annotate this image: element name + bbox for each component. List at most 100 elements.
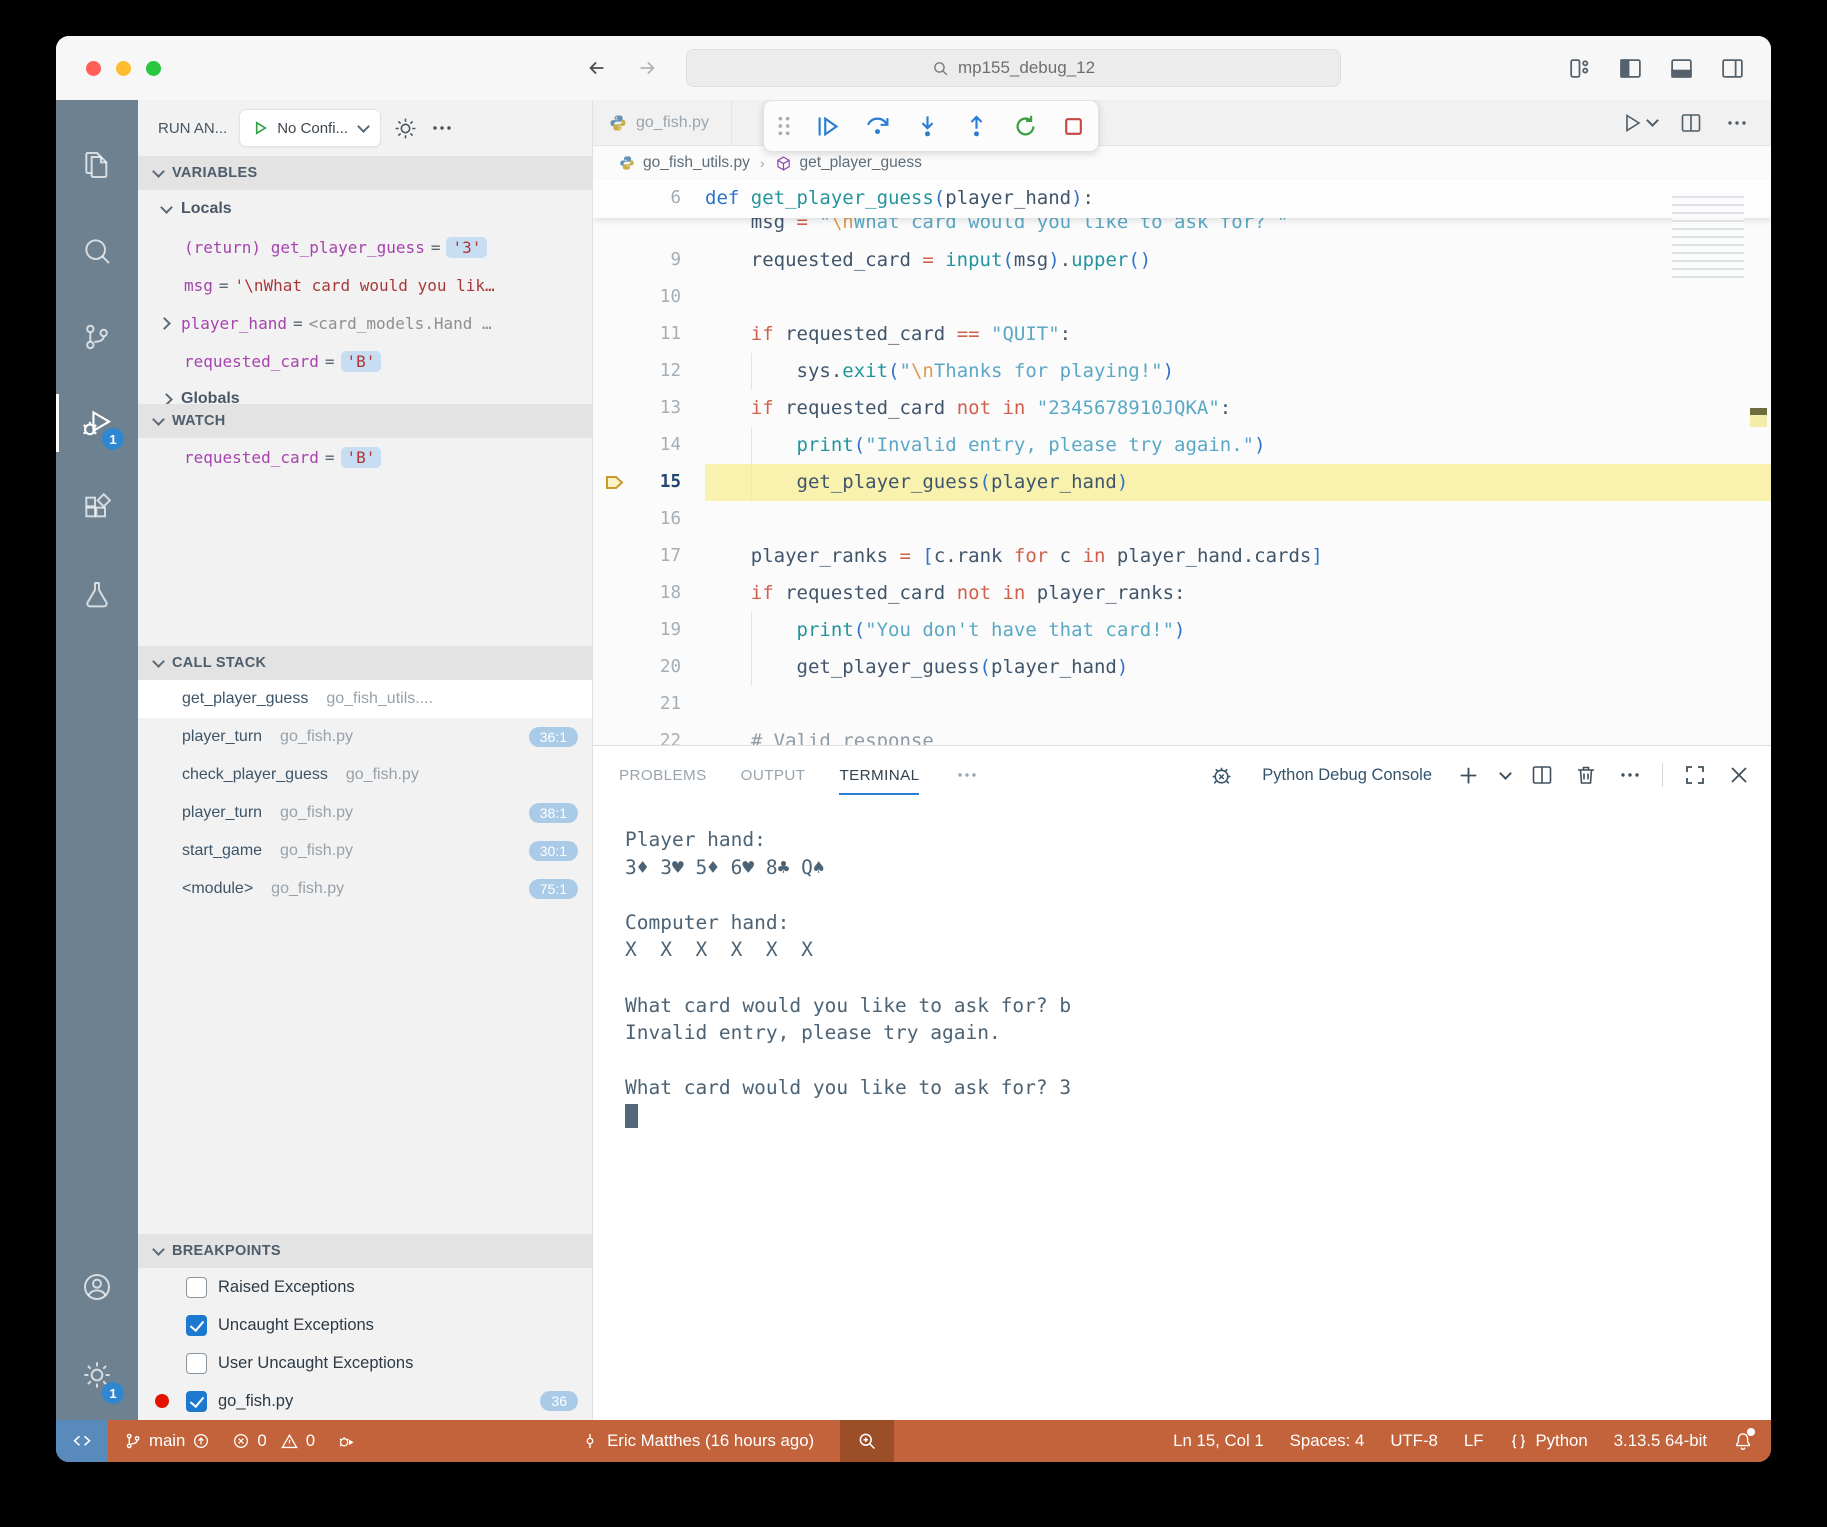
toggle-sidebar-icon[interactable]	[1618, 56, 1643, 81]
start-debug-icon[interactable]	[252, 120, 268, 136]
command-center-search[interactable]: mp155_debug_12	[686, 49, 1341, 87]
breakpoint-checkbox[interactable]	[186, 1391, 207, 1412]
panel-tab-output[interactable]: OUTPUT	[741, 746, 806, 804]
globals-scope-row-clipped[interactable]: Globals	[138, 380, 592, 404]
editor-more-actions-icon[interactable]	[1725, 111, 1749, 135]
terminal-dropdown-chevron-icon[interactable]	[1499, 767, 1512, 780]
panel-tab-problems[interactable]: PROBLEMS	[619, 746, 707, 804]
continue-icon[interactable]	[814, 113, 841, 140]
split-editor-icon[interactable]	[1679, 111, 1703, 135]
breakpoint-row[interactable]: Uncaught Exceptions	[138, 1306, 592, 1344]
code-line[interactable]: 22 # Valid response	[593, 723, 1771, 745]
debug-config-dropdown[interactable]: No Confi...	[239, 109, 381, 147]
code-lines[interactable]: 9 requested_card = input(msg).upper()101…	[593, 242, 1771, 745]
toggle-panel-icon[interactable]	[1669, 56, 1694, 81]
more-actions-icon[interactable]	[430, 116, 454, 140]
panel-more-actions-icon[interactable]	[1618, 763, 1642, 787]
step-over-icon[interactable]	[863, 113, 892, 140]
variable-row[interactable]: player_hand=<card_models.Hand …	[138, 304, 592, 342]
code-line[interactable]: 14 print("Invalid entry, please try agai…	[593, 427, 1771, 464]
breakpoint-checkbox[interactable]	[186, 1315, 207, 1336]
breakpoint-row[interactable]: User Uncaught Exceptions	[138, 1344, 592, 1382]
forward-icon[interactable]	[636, 57, 658, 79]
run-and-debug-icon[interactable]: 1	[56, 380, 138, 466]
overview-ruler[interactable]	[1750, 180, 1767, 745]
minimize-window-button[interactable]	[116, 61, 131, 76]
search-view-icon[interactable]	[56, 208, 138, 294]
back-icon[interactable]	[586, 57, 608, 79]
call-stack-frame[interactable]: start_gamego_fish.py30:1	[138, 832, 592, 870]
debug-settings-gear-icon[interactable]	[393, 116, 418, 141]
split-terminal-icon[interactable]	[1530, 763, 1554, 787]
account-icon[interactable]	[56, 1244, 138, 1330]
code-line[interactable]: 12 sys.exit("\nThanks for playing!")	[593, 353, 1771, 390]
problems-status[interactable]: 0 0	[232, 1431, 315, 1451]
chevron-right-icon[interactable]	[158, 317, 171, 330]
close-window-button[interactable]	[86, 61, 101, 76]
kill-terminal-trash-icon[interactable]	[1574, 763, 1598, 787]
tab-go-fish-py[interactable]: go_fish.py	[593, 100, 732, 146]
code-line[interactable]: 21	[593, 686, 1771, 723]
breadcrumb-symbol[interactable]: get_player_guess	[800, 154, 922, 172]
watch-section-header[interactable]: WATCH	[138, 404, 592, 438]
debug-console-label[interactable]: Python Debug Console	[1262, 766, 1432, 785]
code-line[interactable]: 9 requested_card = input(msg).upper()	[593, 242, 1771, 279]
stop-icon[interactable]	[1061, 114, 1086, 139]
variable-row[interactable]: (return) get_player_guess='3'	[138, 228, 592, 266]
variable-row[interactable]: requested_card='B'	[138, 438, 592, 476]
variable-row[interactable]: msg='\nWhat card would you lik…	[138, 266, 592, 304]
step-into-icon[interactable]	[914, 113, 941, 140]
toolbar-drag-handle[interactable]	[776, 115, 792, 137]
code-line[interactable]: 18 if requested_card not in player_ranks…	[593, 575, 1771, 612]
panel-tabs-more-icon[interactable]	[955, 763, 979, 787]
eol-status[interactable]: LF	[1464, 1431, 1484, 1451]
run-python-file-button[interactable]	[1620, 111, 1657, 135]
cursor-position-status[interactable]: Ln 15, Col 1	[1173, 1431, 1264, 1451]
restart-icon[interactable]	[1012, 113, 1039, 140]
call-stack-frame[interactable]: <module>go_fish.py75:1	[138, 870, 592, 908]
breakpoint-row[interactable]: Raised Exceptions	[138, 1268, 592, 1306]
code-line[interactable]: 16	[593, 501, 1771, 538]
call-stack-frame[interactable]: player_turngo_fish.py36:1	[138, 718, 592, 756]
language-mode-status[interactable]: Python	[1509, 1431, 1587, 1451]
screencast-zoom-indicator[interactable]	[840, 1420, 894, 1462]
locals-scope-row[interactable]: Locals	[138, 190, 592, 228]
python-version-status[interactable]: 3.13.5 64-bit	[1614, 1431, 1707, 1451]
terminal[interactable]: Player hand:3♦ 3♥ 5♦ 6♥ 8♣ Q♠Computer ha…	[593, 804, 1771, 1420]
code-line[interactable]: 15 get_player_guess(player_hand)	[593, 464, 1771, 501]
breakpoints-section-header[interactable]: BREAKPOINTS	[138, 1234, 592, 1268]
breakpoint-checkbox[interactable]	[186, 1277, 207, 1298]
call-stack-frame[interactable]: check_player_guessgo_fish.py	[138, 756, 592, 794]
breadcrumb-file[interactable]: go_fish_utils.py	[643, 154, 750, 172]
maximize-panel-icon[interactable]	[1683, 763, 1707, 787]
minimap[interactable]	[1672, 193, 1744, 281]
settings-gear-icon[interactable]: 1	[56, 1330, 138, 1420]
indentation-status[interactable]: Spaces: 4	[1290, 1431, 1365, 1451]
code-line[interactable]: 10	[593, 279, 1771, 316]
testing-icon[interactable]	[56, 552, 138, 638]
call-stack-frame[interactable]: get_player_guessgo_fish_utils....	[138, 680, 592, 718]
extensions-icon[interactable]	[56, 466, 138, 552]
encoding-status[interactable]: UTF-8	[1390, 1431, 1438, 1451]
call-stack-section-header[interactable]: CALL STACK	[138, 646, 592, 680]
close-panel-icon[interactable]	[1727, 763, 1751, 787]
code-line[interactable]: msg = "\nWhat card would you like to ask…	[593, 218, 1771, 241]
code-line[interactable]: 17 player_ranks = [c.rank for c in playe…	[593, 538, 1771, 575]
breakpoint-row[interactable]: go_fish.py36	[138, 1382, 592, 1420]
code-line[interactable]: 13 if requested_card not in "2345678910J…	[593, 390, 1771, 427]
source-control-icon[interactable]	[56, 294, 138, 380]
new-terminal-icon[interactable]	[1456, 763, 1481, 788]
remote-indicator[interactable]	[56, 1420, 108, 1462]
sticky-scroll-line[interactable]: 6def get_player_guess(player_hand):	[593, 180, 1771, 218]
toggle-secondary-sidebar-icon[interactable]	[1720, 56, 1745, 81]
code-line[interactable]: 11 if requested_card == "QUIT":	[593, 316, 1771, 353]
code-line[interactable]: 19 print("You don't have that card!")	[593, 612, 1771, 649]
debug-status-icon[interactable]	[337, 1432, 356, 1451]
git-branch-status[interactable]: main	[124, 1431, 210, 1451]
customize-layout-icon[interactable]	[1567, 56, 1592, 81]
step-out-icon[interactable]	[963, 113, 990, 140]
panel-tab-terminal[interactable]: TERMINAL	[839, 746, 919, 804]
zoom-window-button[interactable]	[146, 61, 161, 76]
variable-row[interactable]: requested_card='B'	[138, 342, 592, 380]
code-line[interactable]: 6def get_player_guess(player_hand):	[593, 180, 1771, 217]
